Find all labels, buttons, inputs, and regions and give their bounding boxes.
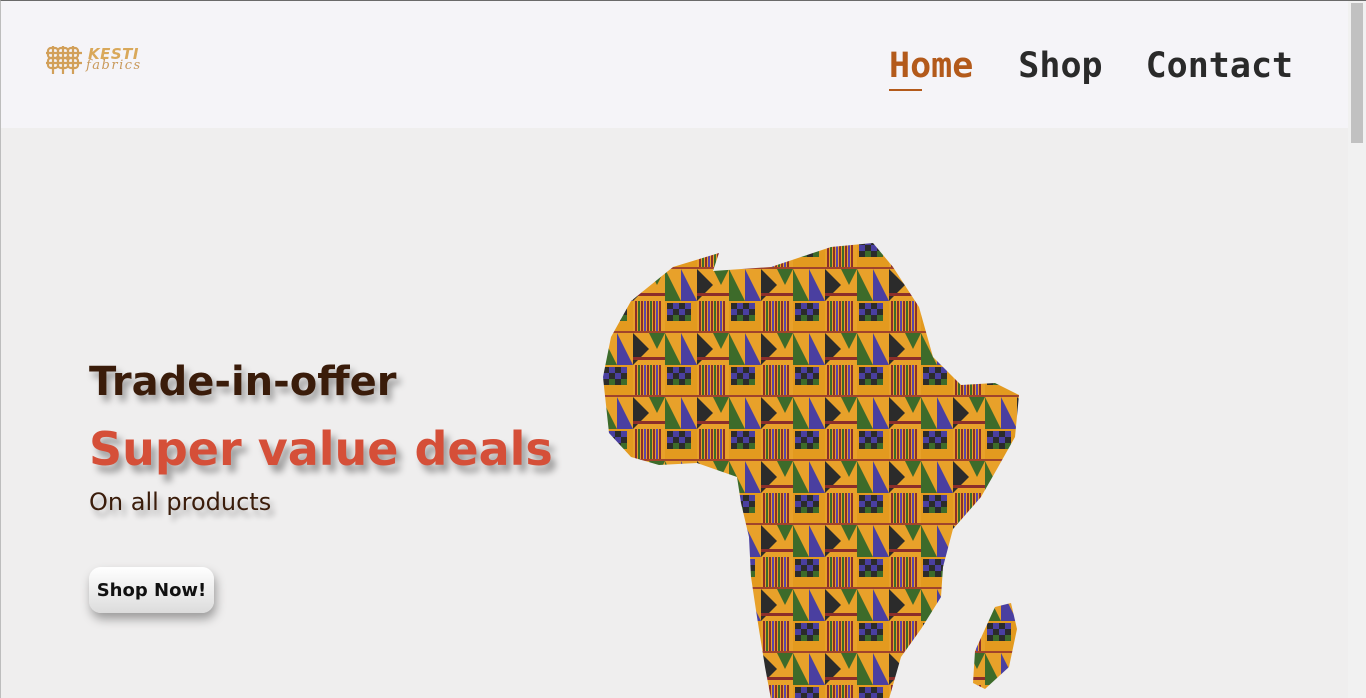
active-nav-underline	[889, 89, 922, 91]
hero-subtitle: On all products	[89, 488, 272, 516]
nav-item-shop-label: Shop	[1018, 46, 1103, 86]
nav-item-shop[interactable]: Shop	[1018, 44, 1102, 88]
scrollbar-thumb[interactable]	[1351, 3, 1363, 143]
hero-title: Super value deals	[89, 422, 553, 476]
main-nav: Home Shop Contact	[889, 44, 1294, 91]
kente-knot-logo-icon	[46, 46, 82, 74]
africa-kente-map-image	[603, 243, 1019, 698]
nav-item-home[interactable]: Home	[889, 44, 974, 91]
brand-wordmark: KESTI fabrics	[86, 44, 154, 76]
brand-tagline: fabrics	[86, 58, 142, 73]
brand-logo[interactable]: KESTI fabrics	[44, 43, 156, 77]
site-header: KESTI fabrics Home Shop Contact	[1, 1, 1349, 128]
browser-viewport: KESTI fabrics Home Shop Contact Trade-in…	[0, 0, 1366, 698]
hero-text-block: Trade-in-offer Super value deals On all …	[89, 355, 553, 519]
hero-kicker: Trade-in-offer	[89, 359, 397, 405]
nav-item-contact-label: Contact	[1145, 46, 1294, 86]
shop-now-button[interactable]: Shop Now!	[89, 567, 214, 613]
nav-item-contact[interactable]: Contact	[1146, 44, 1294, 88]
vertical-scrollbar[interactable]	[1348, 1, 1366, 698]
nav-item-home-label: Home	[889, 46, 974, 86]
